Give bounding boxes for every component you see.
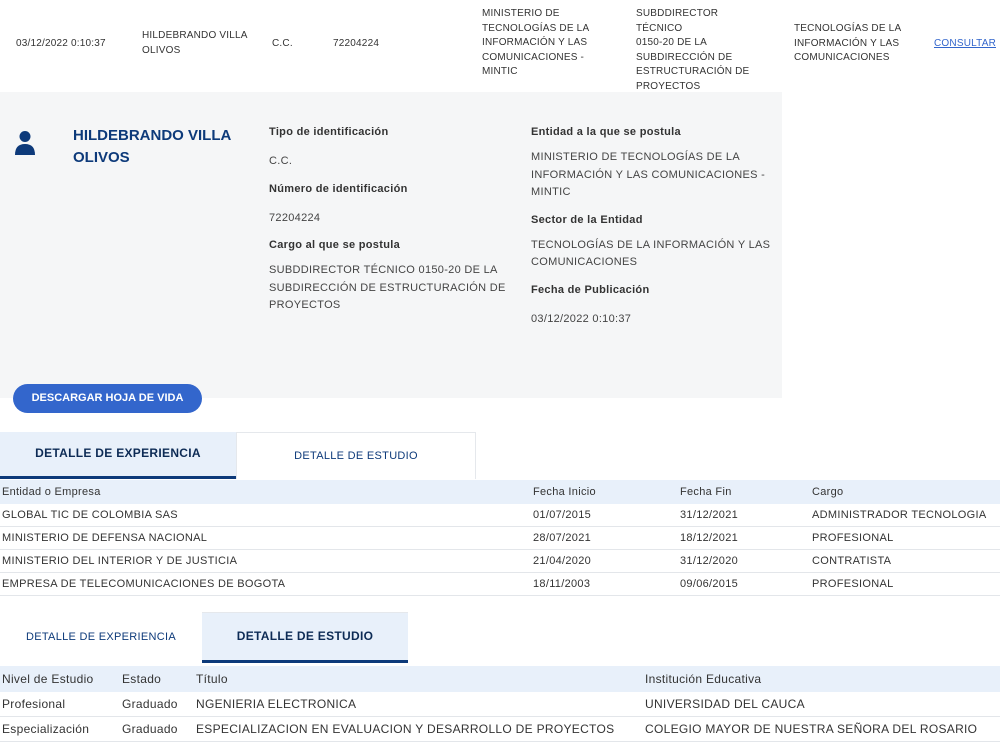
table-header: Nivel de Estudio Estado Título Instituci… xyxy=(0,666,1000,692)
numero-id-label: Número de identificación xyxy=(269,182,408,195)
table-cell: GLOBAL TIC DE COLOMBIA SAS xyxy=(2,509,178,521)
table-cell: NGENIERIA ELECTRONICA xyxy=(196,697,357,711)
tab-detalle-experiencia[interactable]: DETALLE DE EXPERIENCIA xyxy=(0,612,202,659)
sector-label: Sector de la Entidad xyxy=(531,213,643,226)
table-cell: UNIVERSIDAD DEL CAUCA xyxy=(645,697,805,711)
table-cell: PROFESIONAL xyxy=(812,578,894,590)
table-cell: Graduado xyxy=(122,722,178,736)
result-sector-line: INFORMACIÓN Y LAS xyxy=(794,37,900,49)
result-cargo: SUBDDIRECTOR TÉCNICO 0150-20 DE LA SUBDI… xyxy=(636,7,766,94)
table-cell: 18/11/2003 xyxy=(533,578,591,590)
header-estado: Estado xyxy=(122,672,162,686)
detail-column-right: Entidad a la que se postula MINISTERIO D… xyxy=(531,125,776,328)
table-cell: PROFESIONAL xyxy=(812,532,894,544)
header-fecha-inicio: Fecha Inicio xyxy=(533,486,596,498)
result-entidad: MINISTERIO DE TECNOLOGÍAS DE LA INFORMAC… xyxy=(482,7,612,80)
table-cell: CONTRATISTA xyxy=(812,555,892,567)
result-cargo-line: SUBDDIRECTOR TÉCNICO xyxy=(636,8,719,34)
tabs-study-view: DETALLE DE EXPERIENCIA DETALLE DE ESTUDI… xyxy=(0,612,408,663)
table-row: Profesional Graduado NGENIERIA ELECTRONICA… xyxy=(0,692,1000,717)
result-nombre-line: HILDEBRANDO VILLA xyxy=(142,30,248,41)
result-cargo-line: ESTRUCTURACIÓN DE xyxy=(636,66,750,77)
table-cell: 31/12/2020 xyxy=(680,555,739,567)
table-cell: 18/12/2021 xyxy=(680,532,739,544)
result-entidad-line: MINISTERIO DE xyxy=(482,8,560,19)
table-cell: 21/04/2020 xyxy=(533,555,592,567)
tipo-id-label: Tipo de identificación xyxy=(269,126,389,138)
result-entidad-line: TECNOLOGÍAS DE LA xyxy=(482,22,590,34)
table-row: Especialización Graduado ESPECIALIZACION E… xyxy=(0,717,1000,742)
table-cell: EMPRESA DE TELECOMUNICACIONES DE BOGOTA xyxy=(2,578,286,590)
header-titulo: Título xyxy=(196,672,228,686)
header-nivel: Nivel de Estudio xyxy=(2,672,94,686)
tabs-experience-view: DETALLE DE EXPERIENCIA DETALLE DE ESTUDI… xyxy=(0,432,476,479)
consultar-link[interactable]: CONSULTAR xyxy=(934,37,996,52)
table-cell: COLEGIO MAYOR DE NUESTRA SEÑORA DEL ROSA… xyxy=(645,722,978,736)
result-entidad-line: INFORMACIÓN Y LAS xyxy=(482,37,588,48)
table-cell: 09/06/2015 xyxy=(680,578,739,590)
tab-detalle-estudio[interactable]: DETALLE DE ESTUDIO xyxy=(236,432,476,479)
table-cell: Graduado xyxy=(122,697,178,711)
entidad-value: MINISTERIO DE TECNOLOGÍAS DE LA INFORMAC… xyxy=(531,151,766,198)
entidad-label: Entidad a la que se postula xyxy=(531,126,681,138)
result-fecha: 03/12/2022 0:10:37 xyxy=(16,38,106,49)
table-cell: MINISTERIO DEL INTERIOR Y DE JUSTICIA xyxy=(2,555,238,567)
table-row: MINISTERIO DEL INTERIOR Y DE JUSTICIA 21/… xyxy=(0,550,1000,573)
result-entidad-line: COMUNICACIONES - xyxy=(482,51,585,63)
table-cell: 01/07/2015 xyxy=(533,509,592,521)
sector-value: TECNOLOGÍAS DE LA INFORMACIÓN Y LAS COMU… xyxy=(531,238,771,269)
header-fecha-fin: Fecha Fin xyxy=(680,486,732,498)
tab-detalle-estudio[interactable]: DETALLE DE ESTUDIO xyxy=(202,612,408,663)
user-icon xyxy=(15,131,35,155)
education-table: Nivel de Estudio Estado Título Instituci… xyxy=(0,666,1000,746)
table-cell: MINISTERIO DE DEFENSA NACIONAL xyxy=(2,532,208,544)
result-entidad-line: MINTIC xyxy=(482,66,518,77)
cargo-label: Cargo al que se postula xyxy=(269,239,400,251)
experience-table: Entidad o Empresa Fecha Inicio Fecha Fin… xyxy=(0,480,1000,598)
candidate-name: HILDEBRANDO VILLA OLIVOS xyxy=(73,127,231,166)
table-cell: Especialización xyxy=(2,722,90,736)
result-sector-line: COMUNICACIONES xyxy=(794,52,890,63)
candidate-detail-card: HILDEBRANDO VILLA OLIVOS Tipo de identif… xyxy=(0,92,782,398)
table-header: Entidad o Empresa Fecha Inicio Fecha Fin… xyxy=(0,480,1000,504)
tipo-id-value: C.C. xyxy=(269,155,293,167)
table-row: GLOBAL TIC DE COLOMBIA SAS 01/07/2015 31/1… xyxy=(0,504,1000,527)
table-row: MINISTERIO DE DEFENSA NACIONAL 28/07/2021… xyxy=(0,527,1000,550)
cargo-value: SUBDDIRECTOR TÉCNICO 0150-20 DE LA SUBDI… xyxy=(269,264,506,311)
result-nombre: HILDEBRANDO VILLA OLIVOS xyxy=(142,29,252,58)
download-cv-button[interactable]: DESCARGAR HOJA DE VIDA xyxy=(13,384,202,413)
table-cell: ADMINISTRADOR TECNOLOGIA xyxy=(812,509,987,521)
table-cell: 31/12/2021 xyxy=(680,509,739,521)
header-institucion: Institución Educativa xyxy=(645,672,762,686)
result-numero-id: 72204224 xyxy=(333,38,380,49)
result-cargo-line: SUBDIRECCIÓN DE xyxy=(636,51,733,63)
table-cell: ESPECIALIZACION EN EVALUACION Y DESARROL… xyxy=(196,722,615,736)
result-nombre-line: OLIVOS xyxy=(142,44,181,56)
result-row: 03/12/2022 0:10:37 HILDEBRANDO VILLA OLI… xyxy=(0,0,1000,92)
result-tipo-id: C.C. xyxy=(272,38,293,49)
header-entidad: Entidad o Empresa xyxy=(2,486,101,498)
fecha-publicacion-label: Fecha de Publicación xyxy=(531,283,650,296)
numero-id-value: 72204224 xyxy=(269,211,321,224)
result-sector: TECNOLOGÍAS DE LA INFORMACIÓN Y LAS COMU… xyxy=(794,22,912,66)
fecha-publicacion-value: 03/12/2022 0:10:37 xyxy=(531,312,632,325)
table-cell: Profesional xyxy=(2,697,66,711)
table-row: EMPRESA DE TELECOMUNICACIONES DE BOGOTA 1… xyxy=(0,573,1000,596)
tab-detalle-experiencia[interactable]: DETALLE DE EXPERIENCIA xyxy=(0,432,236,479)
result-cargo-line: 0150-20 DE LA xyxy=(636,37,707,48)
detail-column-left: Tipo de identificación C.C. Número de id… xyxy=(269,125,509,315)
table-cell: 28/07/2021 xyxy=(533,532,592,544)
result-sector-line: TECNOLOGÍAS DE LA xyxy=(794,23,902,34)
header-cargo: Cargo xyxy=(812,486,844,498)
